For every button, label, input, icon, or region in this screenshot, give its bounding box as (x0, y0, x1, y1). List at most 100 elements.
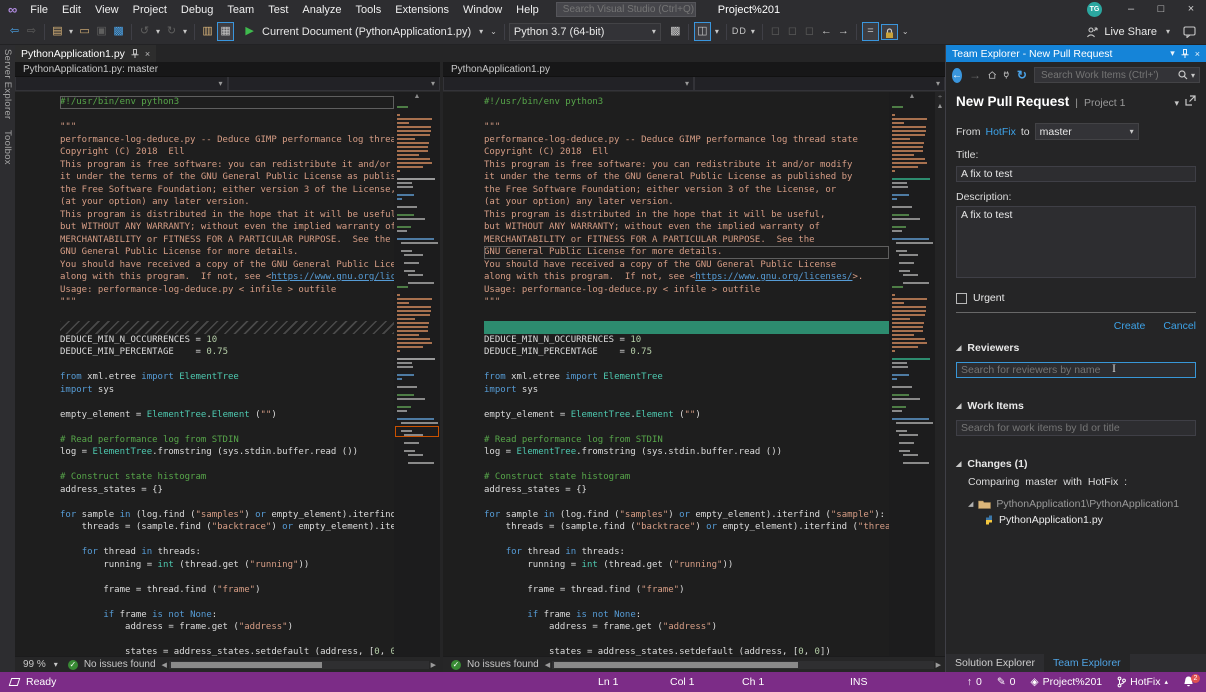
code-line[interactable]: from xml.etree import ElementTree (484, 371, 889, 384)
code-line[interactable]: This program is distributed in the hope … (484, 209, 889, 222)
minimize-button[interactable]: – (1116, 0, 1146, 19)
code-line[interactable]: GNU General Public License for more deta… (484, 246, 889, 259)
target-branch-select[interactable]: master ▾ (1035, 123, 1139, 140)
code-line[interactable]: address_states = {} (484, 484, 889, 497)
changes-section-header[interactable]: ◢ Changes (1) (956, 458, 1196, 470)
redo-icon[interactable]: ↻ (163, 23, 180, 40)
code-line[interactable]: You should have received a copy of the G… (484, 259, 889, 272)
save-icon[interactable]: ▣ (93, 23, 110, 40)
ignore-whitespace-toggle-icon[interactable]: = (862, 22, 879, 41)
code-line[interactable] (484, 534, 889, 547)
code-line[interactable]: log = ElementTree.fromstring (sys.stdin.… (484, 446, 889, 459)
toolbar-overflow-icon[interactable]: ⌄ (899, 27, 912, 36)
right-code-editor[interactable]: #!/usr/bin/env python3"""performance-log… (443, 92, 889, 656)
zoom-control[interactable]: 99 % ▾ (19, 659, 62, 670)
redo-dropdown[interactable]: ▾ (180, 27, 190, 36)
code-line[interactable]: DEDUCE_MIN_PERCENTAGE = 0.75 (60, 346, 394, 359)
work-items-search-input[interactable] (956, 420, 1196, 436)
code-line[interactable]: states = address_states.setdefault (addr… (484, 646, 889, 656)
code-line[interactable]: running = int (thread.get ("running")) (60, 559, 394, 572)
code-line[interactable]: """ (60, 121, 394, 134)
code-line[interactable]: for sample in (log.find ("samples") or e… (60, 509, 394, 522)
code-line[interactable] (60, 309, 394, 322)
run-target-combo[interactable]: Current Document (PythonApplication1.py)… (258, 23, 487, 41)
team-explorer-title-bar[interactable]: Team Explorer - New Pull Request ▾ × (946, 45, 1206, 62)
scroll-left-icon[interactable]: ◀ (162, 661, 167, 669)
source-branch-link[interactable]: HotFix (986, 126, 1016, 138)
type-dropdown[interactable]: ▾ (443, 77, 694, 91)
code-line[interactable]: performance-log-deduce.py -- Deduce GIMP… (484, 134, 889, 147)
code-line[interactable] (60, 496, 394, 509)
code-line[interactable] (484, 634, 889, 647)
feedback-icon[interactable] (1183, 26, 1196, 38)
code-line[interactable]: Copyright (C) 2018 Ell (60, 146, 394, 159)
code-line[interactable]: Usage: performance-log-deduce.py < infil… (60, 284, 394, 297)
code-line[interactable]: # Read performance log from STDIN (484, 434, 889, 447)
lock-toggle-icon[interactable] (881, 24, 898, 40)
work-item-search-input[interactable] (1039, 69, 1175, 82)
window-position-dropdown-icon[interactable]: ▾ (1170, 48, 1175, 59)
code-line[interactable]: threads = (sample.find ("backtrace") or … (60, 521, 394, 534)
menu-debug[interactable]: Debug (174, 2, 220, 18)
scroll-right-icon[interactable]: ▶ (936, 661, 941, 669)
code-line[interactable]: # Construct state histogram (60, 471, 394, 484)
repository-button[interactable]: ◈ Project%201 (1031, 676, 1103, 688)
menu-window[interactable]: Window (456, 2, 509, 18)
undo-dropdown[interactable]: ▾ (153, 27, 163, 36)
code-line[interactable] (60, 396, 394, 409)
code-line[interactable]: DEDUCE_MIN_N_OCCURRENCES = 10 (60, 334, 394, 347)
toolbar-overflow-icon[interactable]: ⌄ (487, 27, 500, 36)
code-line[interactable]: frame = thread.find ("frame") (60, 584, 394, 597)
code-line[interactable]: for sample in (log.find ("samples") or e… (484, 509, 889, 522)
maximize-button[interactable]: □ (1146, 0, 1176, 19)
code-line[interactable]: import sys (484, 384, 889, 397)
changes-file-row[interactable]: PythonApplication1.py (984, 514, 1196, 526)
changes-folder-row[interactable]: ◢ PythonApplication1\PythonApplication1 (968, 498, 1196, 510)
code-line[interactable] (484, 359, 889, 372)
type-dropdown[interactable]: ▾ (15, 77, 228, 91)
code-line[interactable]: This program is free software: you can r… (60, 159, 394, 172)
menu-file[interactable]: File (23, 2, 55, 18)
menu-help[interactable]: Help (509, 2, 546, 18)
code-line[interactable] (60, 571, 394, 584)
new-project-icon[interactable]: ▤ (49, 23, 66, 40)
code-line[interactable] (60, 459, 394, 472)
code-line[interactable]: if frame is not None: (60, 609, 394, 622)
undo-icon[interactable]: ↺ (136, 23, 153, 40)
pr-title-input[interactable] (956, 166, 1196, 182)
compare-documents-icon[interactable]: DD (731, 23, 748, 40)
member-dropdown[interactable]: ▾ (228, 77, 441, 91)
code-line[interactable]: from xml.etree import ElementTree (60, 371, 394, 384)
avatar[interactable]: TG (1087, 2, 1102, 17)
code-line[interactable] (484, 109, 889, 122)
close-button[interactable]: × (1176, 0, 1206, 19)
compare-documents-dropdown[interactable]: ▾ (748, 27, 758, 36)
run-icon[interactable]: ▶ (241, 23, 258, 40)
code-line[interactable]: along with this program. If not, see <ht… (484, 271, 889, 284)
close-panel-icon[interactable]: × (1195, 49, 1200, 59)
code-line[interactable]: it under the terms of the GNU General Pu… (60, 171, 394, 184)
scrollbar-splitter-icon[interactable]: ÷ (938, 94, 942, 101)
code-line[interactable] (484, 396, 889, 409)
menu-edit[interactable]: Edit (55, 2, 88, 18)
left-code-editor[interactable]: #!/usr/bin/env python3"""performance-log… (15, 92, 394, 656)
notifications-button[interactable]: 2 (1183, 676, 1194, 688)
comment-reply-icon[interactable]: ◻ (784, 23, 801, 40)
tool-window-tab-solution-explorer[interactable]: Solution Explorer (946, 654, 1044, 672)
code-line[interactable]: # Construct state histogram (484, 471, 889, 484)
code-line[interactable]: the Free Software Foundation; either ver… (60, 184, 394, 197)
comment-icon[interactable]: ◻ (767, 23, 784, 40)
pin-icon[interactable] (131, 49, 139, 58)
code-line[interactable]: """ (60, 296, 394, 309)
menu-tools[interactable]: Tools (349, 2, 389, 18)
code-line[interactable]: but WITHOUT ANY WARRANTY; without even t… (60, 221, 394, 234)
code-line[interactable]: address = frame.get ("address") (60, 621, 394, 634)
code-line[interactable] (484, 496, 889, 509)
menu-analyze[interactable]: Analyze (295, 2, 348, 18)
code-line[interactable]: frame = thread.find ("frame") (484, 584, 889, 597)
code-line[interactable] (60, 534, 394, 547)
code-line[interactable] (60, 596, 394, 609)
document-tab[interactable]: PythonApplication1.py × (15, 45, 156, 62)
code-line[interactable]: empty_element = ElementTree.Element ("") (484, 409, 889, 422)
code-line[interactable]: it under the terms of the GNU General Pu… (484, 171, 889, 184)
